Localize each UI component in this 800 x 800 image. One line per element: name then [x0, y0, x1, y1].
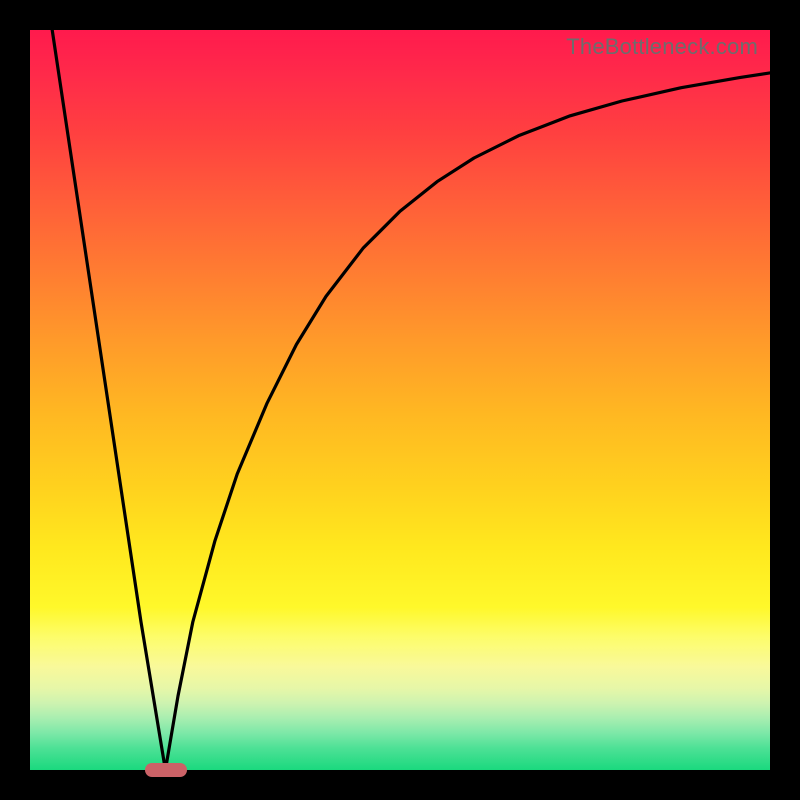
curve-path: [52, 30, 770, 770]
chart-frame: TheBottleneck.com: [0, 0, 800, 800]
bottleneck-curve: [30, 30, 770, 770]
optimum-marker: [145, 763, 187, 777]
plot-area: TheBottleneck.com: [30, 30, 770, 770]
